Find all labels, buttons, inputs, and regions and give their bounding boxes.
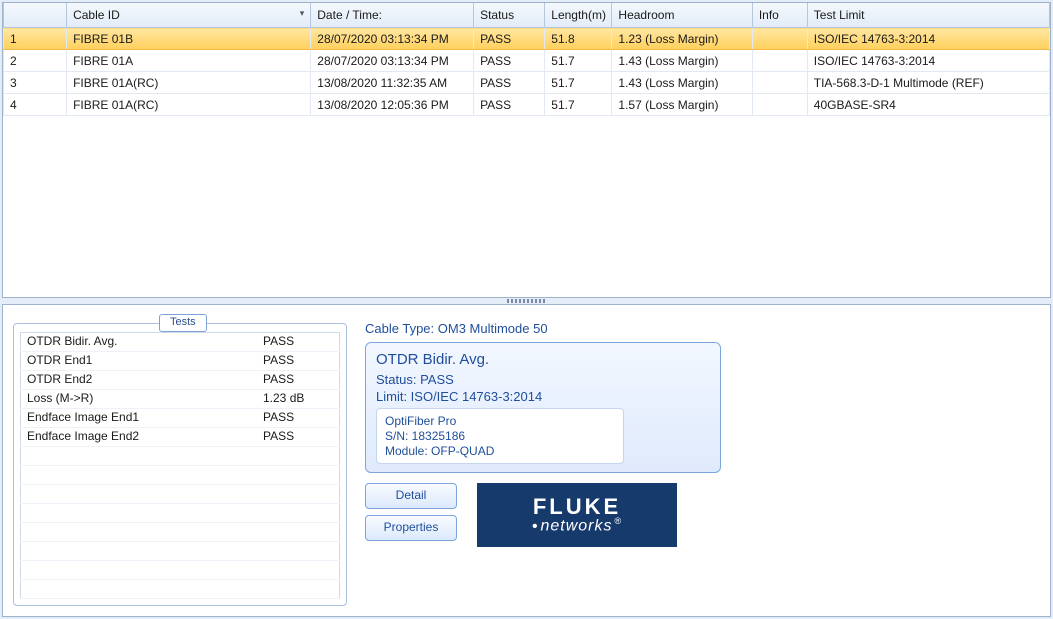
cell-limit: TIA-568.3-D-1 Multimode (REF) bbox=[807, 72, 1049, 94]
cell-headroom: 1.23 (Loss Margin) bbox=[612, 28, 752, 50]
tests-row-empty bbox=[21, 523, 340, 542]
cell-rownum: 4 bbox=[4, 94, 67, 116]
cell-limit: ISO/IEC 14763-3:2014 bbox=[807, 50, 1049, 72]
tests-row-empty bbox=[21, 561, 340, 580]
test-result: PASS bbox=[257, 333, 340, 352]
test-result: PASS bbox=[257, 371, 340, 390]
table-row[interactable]: 3FIBRE 01A(RC)13/08/2020 11:32:35 AMPASS… bbox=[4, 72, 1050, 94]
detail-pane: Tests OTDR Bidir. Avg.PASSOTDR End1PASSO… bbox=[2, 304, 1051, 617]
cell-status: PASS bbox=[474, 72, 545, 94]
detail-button[interactable]: Detail bbox=[365, 483, 457, 509]
cell-length: 51.7 bbox=[545, 72, 612, 94]
tests-row-empty bbox=[21, 542, 340, 561]
test-name: OTDR End2 bbox=[21, 371, 258, 390]
summary-test-name: OTDR Bidir. Avg. bbox=[376, 351, 710, 368]
column-header-limit[interactable]: Test Limit bbox=[807, 3, 1049, 28]
device-model: OptiFiber Pro bbox=[385, 414, 615, 428]
cell-status: PASS bbox=[474, 94, 545, 116]
cell-headroom: 1.43 (Loss Margin) bbox=[612, 50, 752, 72]
tests-row-empty bbox=[21, 485, 340, 504]
tests-list[interactable]: OTDR Bidir. Avg.PASSOTDR End1PASSOTDR En… bbox=[20, 332, 340, 599]
logo-text-networks: •networks® bbox=[532, 516, 622, 535]
test-name: OTDR Bidir. Avg. bbox=[21, 333, 258, 352]
test-name: Endface Image End1 bbox=[21, 409, 258, 428]
test-result: 1.23 dB bbox=[257, 390, 340, 409]
tests-group: Tests OTDR Bidir. Avg.PASSOTDR End1PASSO… bbox=[13, 323, 347, 606]
tests-row[interactable]: Endface Image End1PASS bbox=[21, 409, 340, 428]
tests-row[interactable]: OTDR End1PASS bbox=[21, 352, 340, 371]
tests-row[interactable]: OTDR Bidir. Avg.PASS bbox=[21, 333, 340, 352]
cell-cable_id: FIBRE 01B bbox=[67, 28, 311, 50]
cell-status: PASS bbox=[474, 50, 545, 72]
cell-status: PASS bbox=[474, 28, 545, 50]
column-header-rownum[interactable] bbox=[4, 3, 67, 28]
cell-limit: ISO/IEC 14763-3:2014 bbox=[807, 28, 1049, 50]
cell-info bbox=[752, 28, 807, 50]
results-grid[interactable]: Cable ID▾Date / Time:StatusLength(m)Head… bbox=[2, 2, 1051, 298]
table-row[interactable]: 2FIBRE 01A28/07/2020 03:13:34 PMPASS51.7… bbox=[4, 50, 1050, 72]
cell-info bbox=[752, 94, 807, 116]
summary-limit: Limit: ISO/IEC 14763-3:2014 bbox=[376, 389, 710, 404]
tests-row-empty bbox=[21, 580, 340, 599]
fluke-networks-logo: FLUKE •networks® bbox=[477, 483, 677, 547]
cell-length: 51.7 bbox=[545, 50, 612, 72]
sort-indicator-icon: ▾ bbox=[300, 8, 305, 19]
cell-cable_id: FIBRE 01A bbox=[67, 50, 311, 72]
test-result: PASS bbox=[257, 409, 340, 428]
tests-row-empty bbox=[21, 504, 340, 523]
cell-length: 51.7 bbox=[545, 94, 612, 116]
table-row[interactable]: 4FIBRE 01A(RC)13/08/2020 12:05:36 PMPASS… bbox=[4, 94, 1050, 116]
table-row[interactable]: 1FIBRE 01B28/07/2020 03:13:34 PMPASS51.8… bbox=[4, 28, 1050, 50]
cell-datetime: 28/07/2020 03:13:34 PM bbox=[311, 28, 474, 50]
cell-limit: 40GBASE-SR4 bbox=[807, 94, 1049, 116]
tests-row[interactable]: Endface Image End2PASS bbox=[21, 428, 340, 447]
cell-info bbox=[752, 50, 807, 72]
test-result: PASS bbox=[257, 428, 340, 447]
column-header-headroom[interactable]: Headroom bbox=[612, 3, 752, 28]
horizontal-splitter[interactable] bbox=[0, 298, 1053, 304]
test-name: Endface Image End2 bbox=[21, 428, 258, 447]
cell-cable_id: FIBRE 01A(RC) bbox=[67, 94, 311, 116]
cell-rownum: 3 bbox=[4, 72, 67, 94]
logo-dot-icon: • bbox=[532, 518, 539, 535]
cell-info bbox=[752, 72, 807, 94]
cell-rownum: 1 bbox=[4, 28, 67, 50]
device-box: OptiFiber Pro S/N: 18325186 Module: OFP-… bbox=[376, 408, 624, 464]
summary-status: Status: PASS bbox=[376, 372, 710, 387]
column-header-cable_id[interactable]: Cable ID▾ bbox=[67, 3, 311, 28]
cell-length: 51.8 bbox=[545, 28, 612, 50]
splitter-grip-icon bbox=[507, 299, 547, 303]
test-name: OTDR End1 bbox=[21, 352, 258, 371]
device-module: Module: OFP-QUAD bbox=[385, 444, 615, 458]
cell-headroom: 1.43 (Loss Margin) bbox=[612, 72, 752, 94]
cell-datetime: 28/07/2020 03:13:34 PM bbox=[311, 50, 474, 72]
tests-row[interactable]: Loss (M->R)1.23 dB bbox=[21, 390, 340, 409]
column-header-datetime[interactable]: Date / Time: bbox=[311, 3, 474, 28]
cell-cable_id: FIBRE 01A(RC) bbox=[67, 72, 311, 94]
test-result: PASS bbox=[257, 352, 340, 371]
tests-row-empty bbox=[21, 466, 340, 485]
summary-card: OTDR Bidir. Avg. Status: PASS Limit: ISO… bbox=[365, 342, 721, 473]
cable-type-label: Cable Type: OM3 Multimode 50 bbox=[365, 321, 721, 336]
cell-rownum: 2 bbox=[4, 50, 67, 72]
properties-button[interactable]: Properties bbox=[365, 515, 457, 541]
tests-row[interactable]: OTDR End2PASS bbox=[21, 371, 340, 390]
column-header-status[interactable]: Status bbox=[474, 3, 545, 28]
cell-datetime: 13/08/2020 12:05:36 PM bbox=[311, 94, 474, 116]
tests-tab[interactable]: Tests bbox=[159, 314, 207, 332]
cell-datetime: 13/08/2020 11:32:35 AM bbox=[311, 72, 474, 94]
test-name: Loss (M->R) bbox=[21, 390, 258, 409]
column-header-length[interactable]: Length(m) bbox=[545, 3, 612, 28]
tests-row-empty bbox=[21, 447, 340, 466]
cell-headroom: 1.57 (Loss Margin) bbox=[612, 94, 752, 116]
column-header-info[interactable]: Info bbox=[752, 3, 807, 28]
device-serial: S/N: 18325186 bbox=[385, 429, 615, 443]
